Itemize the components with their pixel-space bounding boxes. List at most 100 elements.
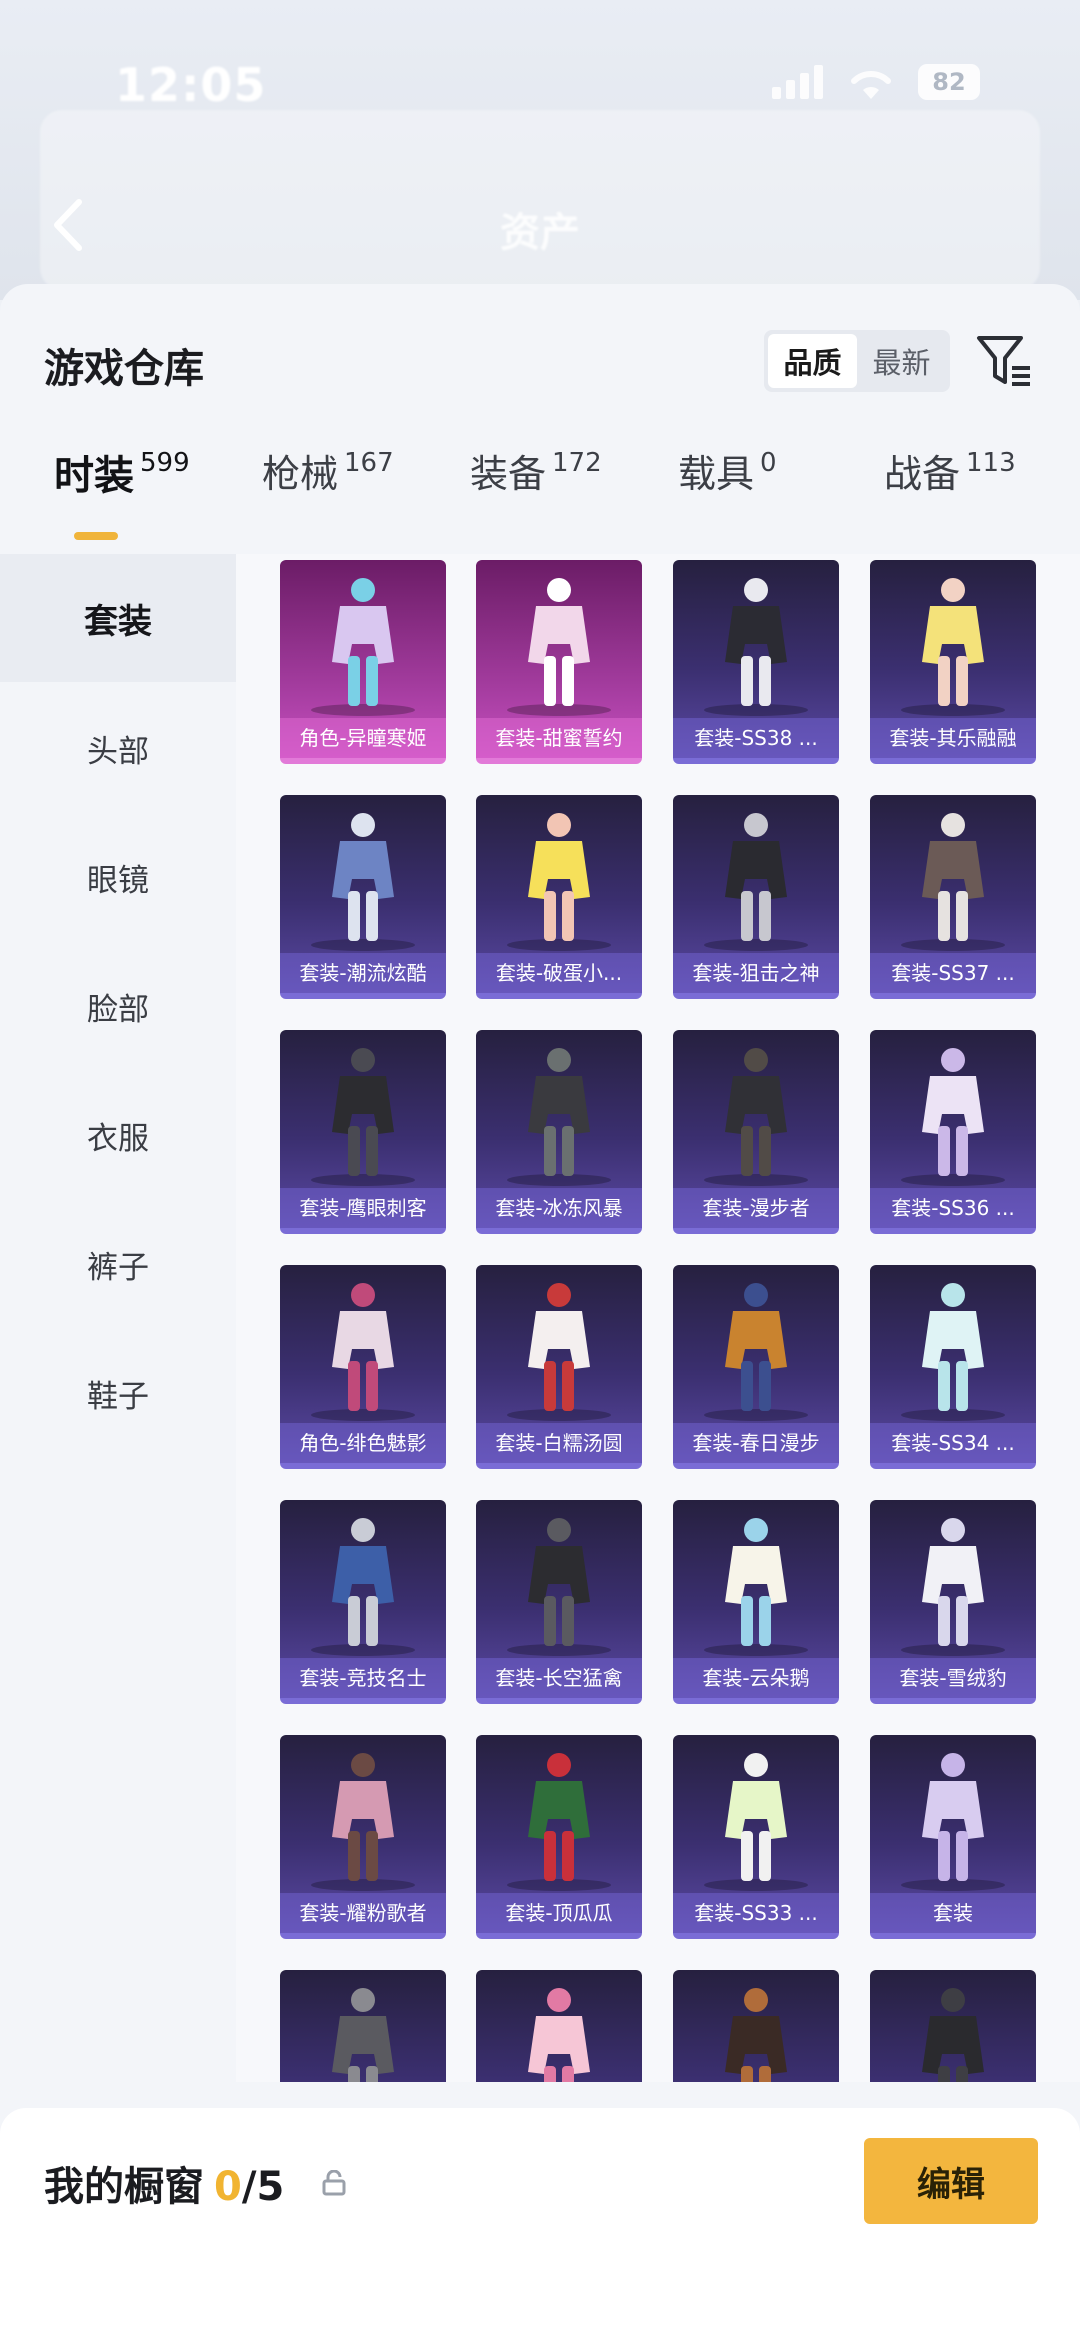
header-title: 资产	[500, 210, 580, 256]
outfit-preview-image	[704, 1283, 808, 1421]
signal-icon	[772, 65, 823, 99]
item-card-label: 套装-SS36 ...	[870, 1188, 1036, 1228]
item-card[interactable]	[673, 1970, 839, 2082]
outfit-preview-image	[311, 578, 415, 716]
item-card-label: 套装-雪绒豹	[870, 1658, 1036, 1698]
item-card[interactable]: 套装-白糯汤圆	[476, 1265, 642, 1469]
item-card-label: 套装-竞技名士	[280, 1658, 446, 1698]
item-card-label: 套装-其乐融融	[870, 718, 1036, 758]
sidebar-item-glasses[interactable]: 眼镜	[0, 813, 236, 941]
item-card-label: 套装-长空猛禽	[476, 1658, 642, 1698]
sort-quality-button[interactable]: 品质	[768, 334, 857, 388]
app-header-background: 12:05 82 资产	[0, 0, 1080, 300]
tab-count: 167	[344, 448, 394, 478]
item-card[interactable]: 套装-SS33 ...	[673, 1735, 839, 1939]
item-card[interactable]: 套装-竞技名士	[280, 1500, 446, 1704]
sidebar-item-pants[interactable]: 裤子	[0, 1200, 236, 1328]
item-card[interactable]: 套装-其乐融融	[870, 560, 1036, 764]
item-card-label: 套装-云朵鹅	[673, 1658, 839, 1698]
outfit-preview-image	[311, 1048, 415, 1186]
item-card-label: 套装	[870, 1893, 1036, 1933]
warehouse-panel: 游戏仓库 品质 最新 时装 599 枪械 167 装备 172 载具 0 战备 …	[0, 284, 1080, 2348]
sidebar-item-head[interactable]: 头部	[0, 684, 236, 812]
item-card-label: 套装-甜蜜誓约	[476, 718, 642, 758]
sort-latest-button[interactable]: 最新	[857, 334, 946, 388]
item-card[interactable]: 套装-SS38 ...	[673, 560, 839, 764]
item-card[interactable]	[476, 1970, 642, 2082]
sidebar-item-outfit[interactable]: 套装	[0, 554, 236, 682]
item-card[interactable]: 套装-云朵鹅	[673, 1500, 839, 1704]
item-card[interactable]: 套装-长空猛禽	[476, 1500, 642, 1704]
item-card-label: 套装-SS34 ...	[870, 1423, 1036, 1463]
item-card-label: 套装-耀粉歌者	[280, 1893, 446, 1933]
tab-count: 0	[760, 448, 777, 478]
item-card[interactable]: 套装-春日漫步	[673, 1265, 839, 1469]
sort-toggle: 品质 最新	[764, 330, 950, 392]
item-card[interactable]: 套装-雪绒豹	[870, 1500, 1036, 1704]
tab-label: 载具	[678, 452, 755, 496]
outfit-preview-image	[528, 1988, 590, 2082]
panel-title: 游戏仓库	[44, 346, 204, 392]
item-card-label: 套装-破蛋小...	[476, 953, 642, 993]
category-tabs: 时装 599 枪械 167 装备 172 载具 0 战备 113	[0, 434, 1080, 544]
item-card-label: 套装-顶瓜瓜	[476, 1893, 642, 1933]
sidebar-item-shoes[interactable]: 鞋子	[0, 1329, 236, 1457]
outfit-preview-image	[901, 578, 1005, 716]
item-card[interactable]: 套装-SS37 ...	[870, 795, 1036, 999]
outfit-preview-image	[901, 1283, 1005, 1421]
outfit-preview-image	[332, 1988, 394, 2082]
item-card-label: 套装-冰冻风暴	[476, 1188, 642, 1228]
item-card[interactable]: 套装-甜蜜誓约	[476, 560, 642, 764]
item-card[interactable]: 角色-异瞳寒姬	[280, 560, 446, 764]
item-card[interactable]: 套装-冰冻风暴	[476, 1030, 642, 1234]
status-time: 12:05	[115, 58, 267, 112]
sidebar-item-face[interactable]: 脸部	[0, 942, 236, 1070]
item-card[interactable]: 套装-鹰眼刺客	[280, 1030, 446, 1234]
item-card-label: 套装-SS37 ...	[870, 953, 1036, 993]
outfit-preview-image	[507, 1048, 611, 1186]
showcase-count: 0	[214, 2164, 242, 2210]
showcase-label: 我的橱窗	[44, 2164, 204, 2210]
lock-icon	[322, 2170, 346, 2196]
tab-count: 599	[140, 448, 190, 478]
tab-count: 172	[552, 448, 602, 478]
item-card[interactable]: 套装-漫步者	[673, 1030, 839, 1234]
item-card[interactable]: 套装-SS34 ...	[870, 1265, 1036, 1469]
outfit-preview-image	[507, 1283, 611, 1421]
sidebar-item-clothes[interactable]: 衣服	[0, 1071, 236, 1199]
tab-label: 时装	[54, 453, 134, 499]
showcase-label-row: 我的橱窗 0 / 5	[44, 2154, 284, 2212]
outfit-preview-image	[725, 1988, 787, 2082]
item-card[interactable]: 套装-破蛋小...	[476, 795, 642, 999]
item-card-label: 角色-绯色魅影	[280, 1423, 446, 1463]
tab-supplies[interactable]: 战备 113	[884, 434, 1016, 534]
item-card-label: 套装-漫步者	[673, 1188, 839, 1228]
item-card[interactable]: 套装-顶瓜瓜	[476, 1735, 642, 1939]
tab-vehicles[interactable]: 载具 0	[678, 434, 777, 534]
outfit-preview-image	[704, 813, 808, 951]
tab-fashion[interactable]: 时装 599	[54, 434, 190, 534]
outfit-preview-image	[901, 1048, 1005, 1186]
item-card[interactable]: 套装-耀粉歌者	[280, 1735, 446, 1939]
item-card[interactable]: 角色-绯色魅影	[280, 1265, 446, 1469]
outfit-preview-image	[901, 1753, 1005, 1891]
outfit-preview-image	[507, 1753, 611, 1891]
filter-button[interactable]	[974, 330, 1036, 392]
tab-guns[interactable]: 枪械 167	[262, 434, 394, 534]
outfit-preview-image	[311, 1753, 415, 1891]
status-icons: 82	[772, 64, 980, 100]
item-card[interactable]: 套装-潮流炫酷	[280, 795, 446, 999]
item-card-label: 套装-潮流炫酷	[280, 953, 446, 993]
item-card[interactable]: 套装-狙击之神	[673, 795, 839, 999]
item-card[interactable]: 套装	[870, 1735, 1036, 1939]
outfit-preview-image	[901, 813, 1005, 951]
tab-equipment[interactable]: 装备 172	[470, 434, 602, 534]
showcase-bar: 我的橱窗 0 / 5 编辑	[0, 2108, 1080, 2348]
item-card[interactable]	[280, 1970, 446, 2082]
item-card[interactable]	[870, 1970, 1036, 2082]
outfit-preview-image	[507, 578, 611, 716]
edit-button[interactable]: 编辑	[864, 2138, 1038, 2224]
item-card[interactable]: 套装-SS36 ...	[870, 1030, 1036, 1234]
outfit-preview-image	[704, 1518, 808, 1656]
item-card-label: 角色-异瞳寒姬	[280, 718, 446, 758]
